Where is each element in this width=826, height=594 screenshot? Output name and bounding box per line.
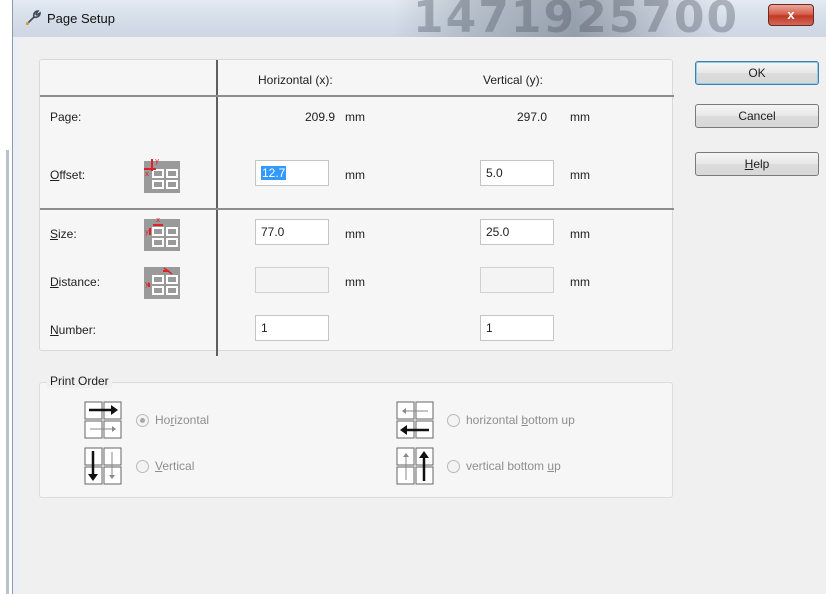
offset-label-text: ffset:	[59, 168, 86, 182]
offset-x-field[interactable]: 12.7	[255, 160, 329, 186]
distance-x-field[interactable]	[255, 267, 329, 293]
close-button[interactable]: x	[768, 4, 814, 26]
distance-x-unit: mm	[345, 275, 365, 289]
radio-horizontal-bottom-up-label[interactable]: horizontal bottom up	[466, 413, 575, 427]
size-y-field[interactable]: 25.0	[480, 219, 554, 245]
watermark-text: 1471925700	[413, 0, 740, 37]
number-x-field[interactable]: 1	[255, 315, 329, 341]
radio-vertical[interactable]	[136, 460, 149, 473]
offset-y-unit: mm	[570, 168, 590, 182]
size-label: Size:	[50, 227, 77, 241]
radio-vertical-bottom-up-label-pre: vertical bottom	[466, 459, 548, 473]
horizontal-bottom-up-icon	[396, 401, 434, 439]
distance-label-text: istance:	[58, 275, 101, 289]
number-y-field[interactable]: 1	[480, 315, 554, 341]
radio-vertical-bottom-up-label-post: p	[554, 459, 561, 473]
dialog-client-area: Horizontal (x): Vertical (y): Page: 209.…	[21, 37, 826, 594]
radio-horizontal-label[interactable]: Horizontal	[155, 413, 209, 427]
column-header-horizontal: Horizontal (x):	[258, 73, 333, 87]
horizontal-order-icon	[84, 401, 122, 439]
svg-text:y: y	[145, 228, 149, 236]
column-header-vertical: Vertical (y):	[483, 73, 544, 87]
radio-horizontal-bottom-up[interactable]	[447, 414, 460, 427]
distance-diagram-icon: y	[144, 267, 180, 299]
number-label: Number:	[50, 323, 96, 337]
grid-section-divider	[40, 208, 674, 210]
print-order-group: Horizontal Vertical horizontal bottom up…	[39, 382, 673, 498]
distance-y-field[interactable]	[480, 267, 554, 293]
help-button[interactable]: Help	[695, 152, 819, 176]
offset-label: Offset:	[50, 168, 85, 182]
radio-horizontal-label-pre: Ho	[155, 413, 171, 427]
vertical-bottom-up-icon	[396, 447, 434, 485]
offset-diagram-icon: y x	[144, 157, 180, 193]
distance-label-mnemonic: D	[50, 275, 59, 289]
page-setup-dialog: 1471925700 Page Setup x Horizontal (x): …	[12, 0, 826, 594]
ok-button[interactable]: OK	[695, 61, 819, 85]
page-height-unit: mm	[570, 110, 590, 124]
size-x-unit: mm	[345, 227, 365, 241]
page-width-value: 209.9	[305, 110, 336, 124]
radio-vertical-label[interactable]: Vertical	[155, 459, 194, 473]
radio-vertical-bottom-up-label[interactable]: vertical bottom up	[466, 459, 561, 473]
offset-x-selected-text: 12.7	[261, 166, 287, 180]
dimensions-grid: Horizontal (x): Vertical (y): Page: 209.…	[39, 59, 674, 356]
radio-horizontal-label-post: izontal	[174, 413, 210, 427]
radio-vertical-label-post: ertical	[162, 459, 195, 473]
vertical-order-icon	[84, 447, 122, 485]
title-bar[interactable]: 1471925700 Page Setup x	[13, 0, 826, 37]
number-label-text: umber:	[58, 323, 97, 337]
print-order-title: Print Order	[47, 374, 112, 388]
svg-text:x: x	[145, 170, 149, 178]
radio-horizontal-bottom-up-label-pre: horizontal	[466, 413, 522, 427]
grid-header-divider	[40, 95, 674, 97]
page-label: Page:	[50, 110, 82, 124]
radio-vertical-bottom-up[interactable]	[447, 460, 460, 473]
size-label-mnemonic: S	[50, 227, 59, 241]
page-width-unit: mm	[345, 110, 365, 124]
page-height-value: 297.0	[517, 110, 548, 124]
background-stripe	[6, 150, 9, 594]
number-label-mnemonic: N	[50, 323, 59, 337]
offset-x-unit: mm	[345, 168, 365, 182]
svg-text:y: y	[145, 280, 149, 288]
cancel-button[interactable]: Cancel	[695, 104, 819, 128]
offset-label-mnemonic: O	[50, 168, 60, 182]
svg-text:x: x	[156, 216, 160, 224]
wrench-icon	[26, 10, 41, 25]
distance-label: Distance:	[50, 275, 100, 289]
size-x-field[interactable]: 77.0	[255, 219, 329, 245]
radio-horizontal[interactable]	[136, 414, 149, 427]
svg-text:y: y	[155, 157, 159, 165]
radio-horizontal-bottom-up-label-post: ottom up	[528, 413, 575, 427]
size-diagram-icon: x y	[144, 216, 180, 251]
title-bar-watermark: 1471925700	[393, 0, 737, 37]
size-label-text: ize:	[58, 227, 77, 241]
distance-y-unit: mm	[570, 275, 590, 289]
help-button-text: elp	[753, 157, 770, 171]
offset-y-field[interactable]: 5.0	[480, 160, 554, 186]
window-title: Page Setup	[47, 11, 115, 26]
size-y-unit: mm	[570, 227, 590, 241]
